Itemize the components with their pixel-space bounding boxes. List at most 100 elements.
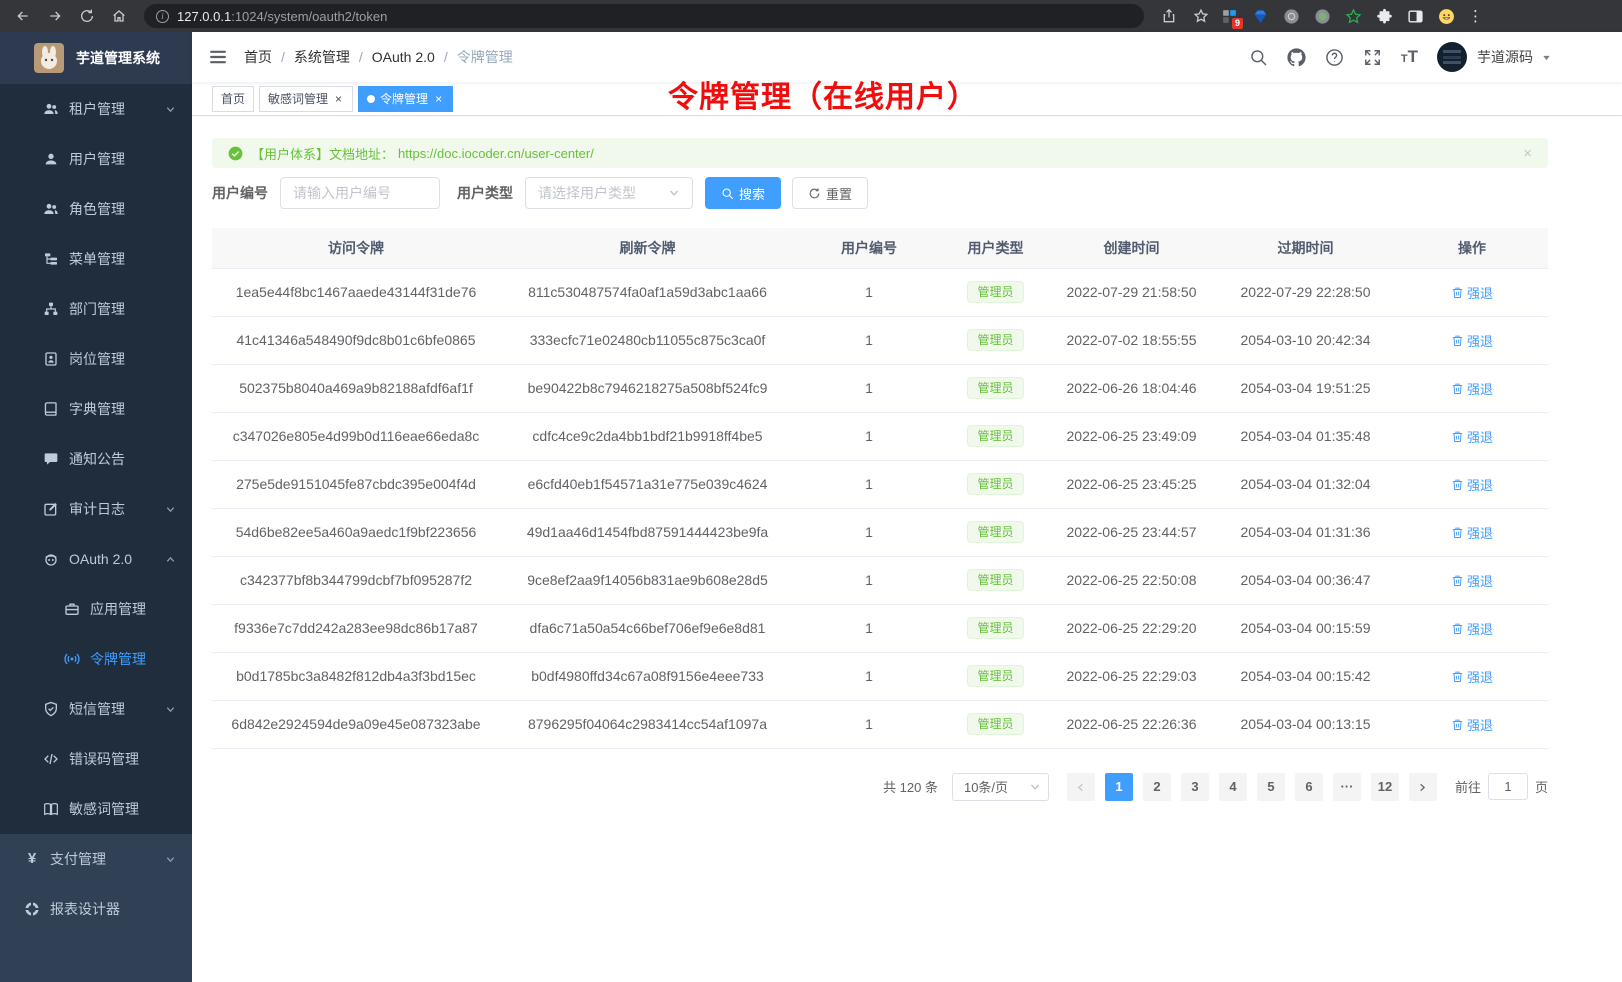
bookmark-star-icon[interactable] bbox=[1188, 3, 1214, 29]
extensions-puzzle-icon[interactable] bbox=[1375, 7, 1393, 25]
refresh-token-cell: cdfc4ce9c2da4bb1bdf21b9918ff4be5 bbox=[500, 412, 795, 460]
force-logout-button[interactable]: 强退 bbox=[1451, 715, 1493, 734]
sidebar-item-user-mgmt[interactable]: 用户管理 bbox=[0, 134, 192, 184]
user-avatar[interactable] bbox=[1437, 42, 1467, 72]
force-logout-button[interactable]: 强退 bbox=[1451, 667, 1493, 686]
page-button-2[interactable]: 2 bbox=[1143, 773, 1171, 801]
page-button-1[interactable]: 1 bbox=[1105, 773, 1133, 801]
profile-avatar-icon[interactable] bbox=[1437, 7, 1455, 25]
browser-menu-icon[interactable]: ⋮ bbox=[1468, 7, 1478, 25]
sidebar-item-tenant-mgmt[interactable]: 租户管理 bbox=[0, 84, 192, 134]
pager: 123456···12 bbox=[1067, 773, 1399, 801]
sidebar-item-dept-mgmt[interactable]: 部门管理 bbox=[0, 284, 192, 334]
next-page-button[interactable] bbox=[1409, 773, 1437, 801]
actions-cell: 强退 bbox=[1396, 364, 1548, 412]
force-logout-button[interactable]: 强退 bbox=[1451, 379, 1493, 398]
page-button-4[interactable]: 4 bbox=[1219, 773, 1247, 801]
page-button-5[interactable]: 5 bbox=[1257, 773, 1285, 801]
green-star-extension-icon[interactable] bbox=[1344, 7, 1362, 25]
sidebar-item-report-designer[interactable]: 报表设计器 bbox=[0, 884, 192, 934]
force-logout-button[interactable]: 强退 bbox=[1451, 331, 1493, 350]
user-id-cell: 1 bbox=[795, 652, 943, 700]
user-type-select[interactable]: 请选择用户类型 bbox=[525, 177, 693, 209]
force-logout-button[interactable]: 强退 bbox=[1451, 283, 1493, 302]
sidebar-item-post-mgmt[interactable]: 岗位管理 bbox=[0, 334, 192, 384]
font-size-icon[interactable]: TT bbox=[1401, 48, 1418, 66]
expire-time-cell: 2054-03-04 00:13:15 bbox=[1215, 700, 1396, 748]
fullscreen-icon[interactable] bbox=[1363, 48, 1382, 67]
sidebar-item-errorcode-mgmt[interactable]: 错误码管理 bbox=[0, 734, 192, 784]
green-circle-extension-icon[interactable] bbox=[1313, 7, 1331, 25]
page-button-12[interactable]: 12 bbox=[1371, 773, 1399, 801]
page-button-3[interactable]: 3 bbox=[1181, 773, 1209, 801]
browser-home-button[interactable] bbox=[106, 3, 132, 29]
created-time-cell: 2022-06-25 23:49:09 bbox=[1048, 412, 1215, 460]
browser-back-button[interactable] bbox=[10, 3, 36, 29]
force-logout-button[interactable]: 强退 bbox=[1451, 475, 1493, 494]
force-logout-button[interactable]: 强退 bbox=[1451, 571, 1493, 590]
goto-suffix: 页 bbox=[1535, 777, 1548, 796]
github-icon[interactable] bbox=[1287, 48, 1306, 67]
sidebar-item-payment-mgmt[interactable]: ¥ 支付管理 bbox=[0, 834, 192, 884]
sidebar-item-menu-mgmt[interactable]: 菜单管理 bbox=[0, 234, 192, 284]
page-button-6[interactable]: 6 bbox=[1295, 773, 1323, 801]
tag-sensitive-words[interactable]: 敏感词管理 bbox=[259, 86, 353, 112]
user-menu-caret-icon[interactable] bbox=[1541, 52, 1552, 63]
side-panel-icon[interactable] bbox=[1406, 7, 1424, 25]
site-info-icon[interactable]: i bbox=[156, 10, 169, 23]
app-logo[interactable]: 芋道管理系统 bbox=[0, 32, 192, 84]
actions-cell: 强退 bbox=[1396, 268, 1548, 316]
user-type-tag: 管理员 bbox=[967, 281, 1023, 303]
sidebar-item-notice[interactable]: 通知公告 bbox=[0, 434, 192, 484]
goto-page-input[interactable] bbox=[1488, 773, 1528, 800]
sidebar-item-sms-mgmt[interactable]: 短信管理 bbox=[0, 684, 192, 734]
url-bar[interactable]: i 127.0.0.1:1024/system/oauth2/token bbox=[144, 4, 1144, 28]
prev-page-button[interactable] bbox=[1067, 773, 1095, 801]
breadcrumb-oauth2[interactable]: OAuth 2.0 bbox=[372, 49, 457, 65]
share-icon[interactable] bbox=[1156, 3, 1182, 29]
close-icon[interactable] bbox=[333, 92, 344, 106]
force-logout-button[interactable]: 强退 bbox=[1451, 619, 1493, 638]
extension-grid-icon[interactable]: 9 bbox=[1220, 7, 1238, 25]
tag-token-mgmt[interactable]: 令牌管理 bbox=[358, 86, 453, 112]
header-search-icon[interactable] bbox=[1249, 48, 1268, 67]
active-dot bbox=[367, 95, 375, 103]
user-type-cell: 管理员 bbox=[943, 604, 1048, 652]
browser-reload-button[interactable] bbox=[74, 3, 100, 29]
breadcrumb-home[interactable]: 首页 bbox=[244, 47, 294, 67]
trash-icon bbox=[1451, 382, 1464, 395]
page-more-button[interactable]: ··· bbox=[1333, 773, 1361, 801]
force-logout-button[interactable]: 强退 bbox=[1451, 523, 1493, 542]
browser-forward-button[interactable] bbox=[42, 3, 68, 29]
yen-icon: ¥ bbox=[24, 851, 40, 867]
sidebar-item-sensitive-words[interactable]: 敏感词管理 bbox=[0, 784, 192, 834]
search-button[interactable]: 搜索 bbox=[705, 177, 781, 209]
sidebar-submenu: 租户管理 用户管理 角色管理 菜单管理 部门管理 岗位管理 bbox=[0, 84, 192, 834]
refresh-icon bbox=[808, 187, 821, 200]
close-icon[interactable] bbox=[433, 92, 444, 106]
gem-extension-icon[interactable] bbox=[1251, 7, 1269, 25]
gray-circle-extension-icon[interactable] bbox=[1282, 7, 1300, 25]
alert-close-icon[interactable] bbox=[1523, 146, 1532, 161]
breadcrumb-system[interactable]: 系统管理 bbox=[294, 47, 372, 67]
sidebar-item-dict-mgmt[interactable]: 字典管理 bbox=[0, 384, 192, 434]
sidebar-item-oauth2-apps[interactable]: 应用管理 bbox=[0, 584, 192, 634]
open-book-icon bbox=[43, 801, 59, 817]
tag-home[interactable]: 首页 bbox=[212, 86, 254, 112]
expire-time-cell: 2054-03-04 19:51:25 bbox=[1215, 364, 1396, 412]
user-id-input[interactable] bbox=[293, 185, 427, 201]
doc-link[interactable]: https://doc.iocoder.cn/user-center/ bbox=[398, 146, 594, 161]
sidebar-item-audit-log[interactable]: 审计日志 bbox=[0, 484, 192, 534]
force-logout-button[interactable]: 强退 bbox=[1451, 427, 1493, 446]
pie-segments-icon bbox=[24, 901, 40, 917]
extension-badge: 9 bbox=[1232, 18, 1243, 29]
reset-button[interactable]: 重置 bbox=[792, 177, 868, 209]
sidebar-item-role-mgmt[interactable]: 角色管理 bbox=[0, 184, 192, 234]
hamburger-icon[interactable] bbox=[208, 47, 228, 67]
user-name[interactable]: 芋道源码 bbox=[1477, 47, 1533, 67]
user-type-tag: 管理员 bbox=[967, 377, 1023, 399]
page-size-select[interactable]: 10条/页 bbox=[952, 773, 1049, 801]
sidebar-item-oauth2[interactable]: OAuth 2.0 bbox=[0, 534, 192, 584]
sidebar-item-oauth2-tokens[interactable]: 令牌管理 bbox=[0, 634, 192, 684]
help-icon[interactable] bbox=[1325, 48, 1344, 67]
